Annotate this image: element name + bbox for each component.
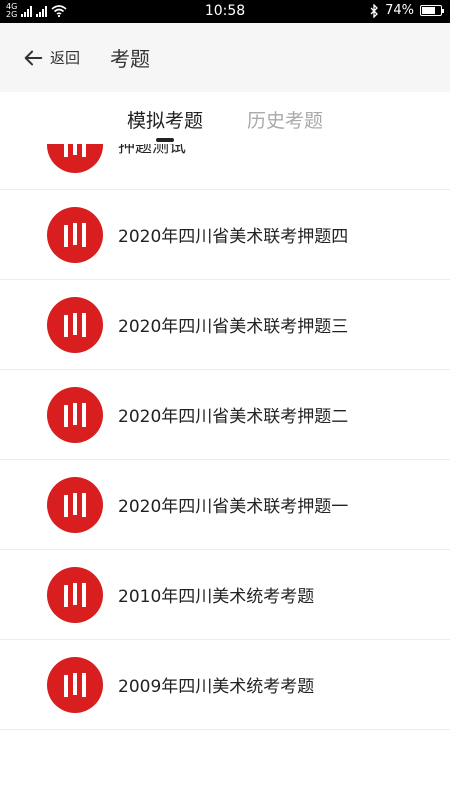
system-indicators: 74% (369, 3, 444, 18)
tab-label: 模拟考题 (126, 110, 203, 132)
item-title: 2020年四川省美术联考押题二 (118, 407, 349, 427)
page-title: 考题 (110, 47, 151, 71)
status-bar: 4G 2G 10:58 74% (0, 0, 450, 23)
battery-percent: 74% (385, 3, 414, 18)
item-title: 2020年四川省美术联考押题三 (118, 317, 349, 337)
sichuan-logo-icon (47, 144, 103, 173)
battery-fill (422, 7, 435, 14)
list-item[interactable]: 2020年四川省美术联考押题四 (0, 190, 450, 280)
sichuan-logo-icon (47, 206, 103, 263)
list-item[interactable]: 2009年四川美术统考考题 (0, 640, 450, 730)
item-title: 2020年四川省美术联考押题四 (118, 227, 349, 247)
back-label: 返回 (50, 49, 81, 67)
list-item[interactable]: 2010年四川美术统考考题 (0, 550, 450, 640)
tab-past-exams[interactable]: 历史考题 (247, 92, 323, 144)
arrow-left-icon (24, 50, 43, 65)
tab-label: 历史考题 (247, 110, 324, 132)
sichuan-logo-icon (47, 656, 103, 713)
list-item[interactable]: 2020年四川省美术联考押题一 (0, 460, 450, 550)
tab-active-indicator (155, 138, 174, 142)
battery-icon (420, 5, 444, 16)
item-title: 2020年四川省美术联考押题一 (118, 497, 349, 517)
list-item[interactable]: 2020年四川省美术联考押题二 (0, 370, 450, 460)
exam-list[interactable]: 押题测试 2020年四川省美术联考押题四 2020年四川省美术联考押题三 202… (0, 144, 450, 800)
sichuan-logo-icon (47, 566, 103, 623)
app-header: 返回 考题 (0, 23, 450, 92)
item-title: 2010年四川美术统考考题 (118, 587, 315, 607)
back-button[interactable]: 返回 (22, 47, 80, 69)
list-item[interactable]: 押题测试 (0, 144, 450, 190)
sichuan-logo-icon (47, 386, 103, 443)
tab-mock-exams[interactable]: 模拟考题 (127, 92, 203, 144)
list-item[interactable]: 2020年四川省美术联考押题三 (0, 280, 450, 370)
bluetooth-icon (370, 3, 379, 18)
sichuan-logo-icon (47, 476, 103, 533)
item-title: 押题测试 (118, 144, 186, 157)
item-title: 2009年四川美术统考考题 (118, 677, 315, 697)
sichuan-logo-icon (47, 296, 103, 353)
tab-bar: 模拟考题 历史考题 (0, 92, 450, 144)
